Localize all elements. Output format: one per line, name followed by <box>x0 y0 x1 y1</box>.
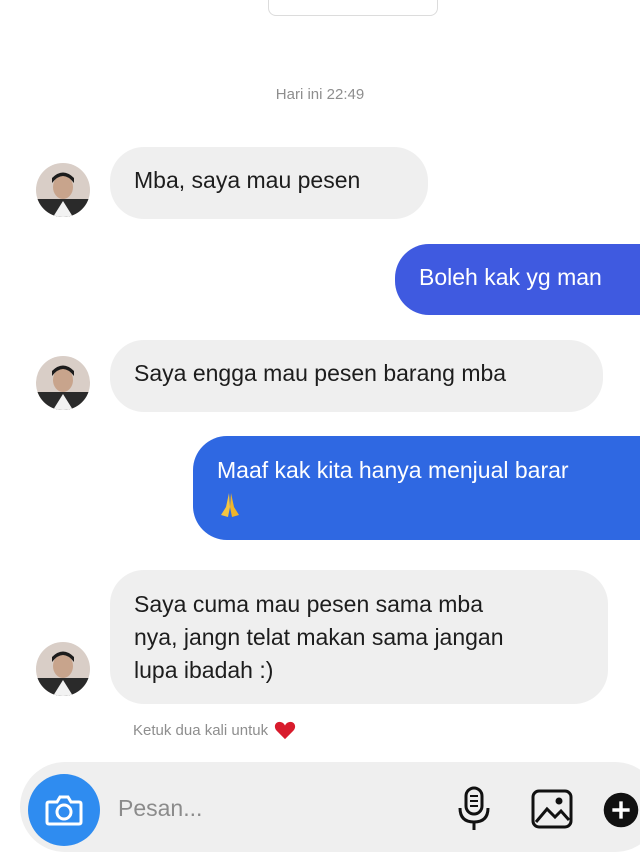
microphone-icon[interactable] <box>456 786 492 832</box>
avatar-photo <box>36 642 90 696</box>
message-bubble-incoming[interactable]: Saya cuma mau pesen sama mba nya, jangn … <box>110 570 608 704</box>
message-text: Saya cuma mau pesen sama mba <box>134 591 484 617</box>
avatar-photo <box>36 163 90 217</box>
message-text: Boleh kak yg man <box>419 264 602 290</box>
sender-avatar[interactable] <box>36 642 90 696</box>
sender-avatar[interactable] <box>36 163 90 217</box>
message-bubble-outgoing[interactable]: Maaf kak kita hanya menjual barar <box>193 436 640 540</box>
avatar-photo <box>36 356 90 410</box>
message-text: Maaf kak kita hanya menjual barar <box>217 457 569 483</box>
message-timestamp: Hari ini 22:49 <box>275 86 365 103</box>
double-tap-like-hint: Ketuk dua kali untuk <box>133 720 296 740</box>
gallery-icon[interactable] <box>530 788 574 830</box>
heart-icon <box>274 721 296 740</box>
camera-button[interactable] <box>28 774 100 846</box>
sender-avatar[interactable] <box>36 356 90 410</box>
message-input[interactable]: Pesan... <box>118 795 202 822</box>
top-header-pill <box>268 0 438 16</box>
message-bubble-incoming[interactable]: Saya engga mau pesen barang mba <box>110 340 603 412</box>
pray-emoji <box>217 487 616 520</box>
message-bubble-incoming[interactable]: Mba, saya mau pesen <box>110 147 428 219</box>
message-text: lupa ibadah :) <box>134 657 274 683</box>
message-text: nya, jangn telat makan sama jangan <box>134 624 504 650</box>
hint-text: Ketuk dua kali untuk <box>133 721 269 739</box>
message-bubble-outgoing[interactable]: Boleh kak yg man <box>395 244 640 315</box>
message-text: Mba, saya mau pesen <box>134 167 361 193</box>
camera-icon <box>45 795 83 826</box>
message-text: Saya engga mau pesen barang mba <box>134 360 507 386</box>
plus-icon[interactable] <box>602 788 640 832</box>
